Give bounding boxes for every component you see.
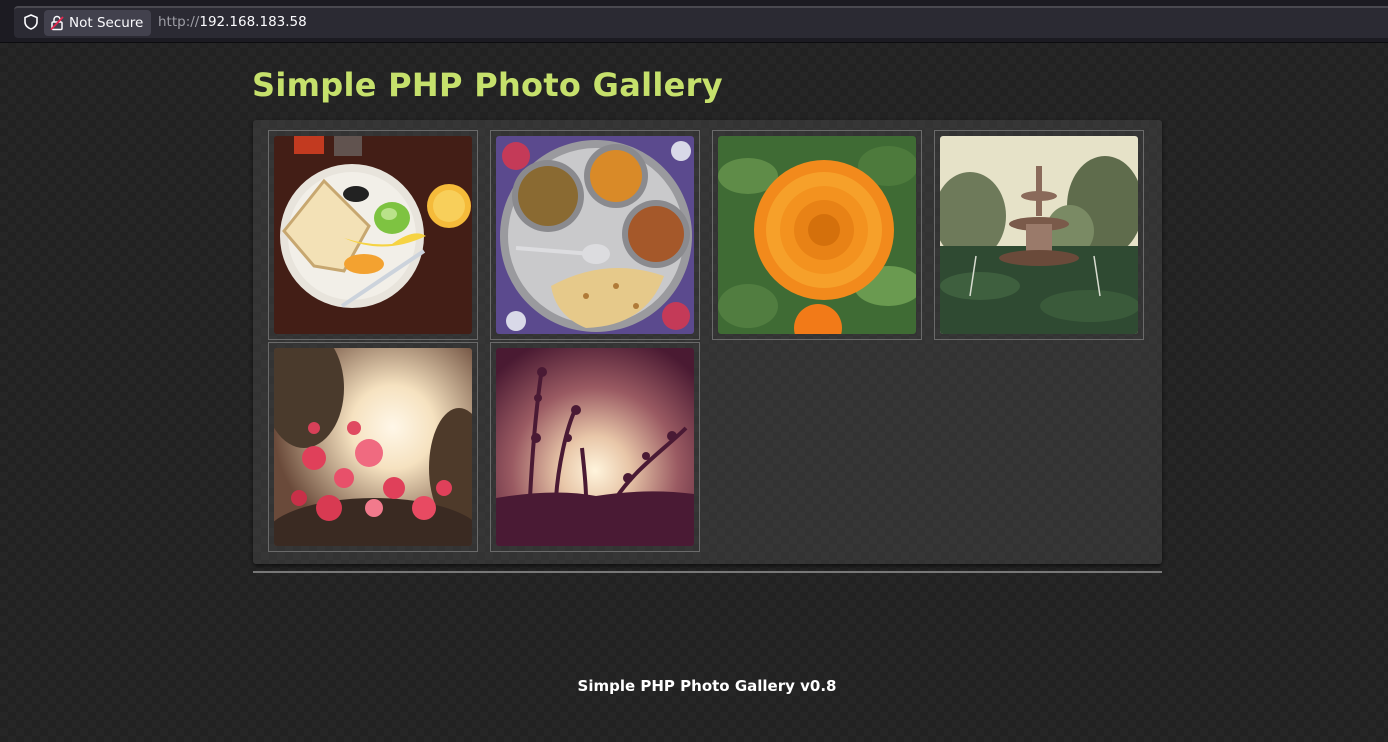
gallery-thumbnail[interactable] [268,130,478,340]
url-host: 192.168.183.58 [199,14,307,30]
photo-silhouette-sunset [496,348,694,546]
gallery-thumbnail[interactable] [490,130,700,340]
gallery-thumbnail[interactable] [712,130,922,340]
page-title: Simple PHP Photo Gallery [252,66,723,104]
gallery-thumbnail[interactable] [934,130,1144,340]
photo-thali [496,136,694,334]
url-scheme: http:// [158,14,200,30]
gallery-thumbnail[interactable] [490,342,700,552]
browser-toolbar: Not Secure http://192.168.183.58 [0,0,1388,43]
photo-breakfast [274,136,472,334]
insecure-lock-icon [50,15,64,31]
shield-icon[interactable] [22,13,40,31]
address-bar[interactable]: Not Secure http://192.168.183.58 [14,6,1388,38]
photo-fountain [940,136,1138,334]
footer-text: Simple PHP Photo Gallery v0.8 [577,677,837,695]
gallery-thumbnail[interactable] [268,342,478,552]
photo-marigold [718,136,916,334]
photo-bougainvillea [274,348,472,546]
url-text[interactable]: http://192.168.183.58 [158,14,307,30]
divider [253,571,1162,573]
security-label: Not Secure [69,15,144,31]
gallery-panel [253,120,1162,564]
security-status-button[interactable]: Not Secure [44,10,152,36]
